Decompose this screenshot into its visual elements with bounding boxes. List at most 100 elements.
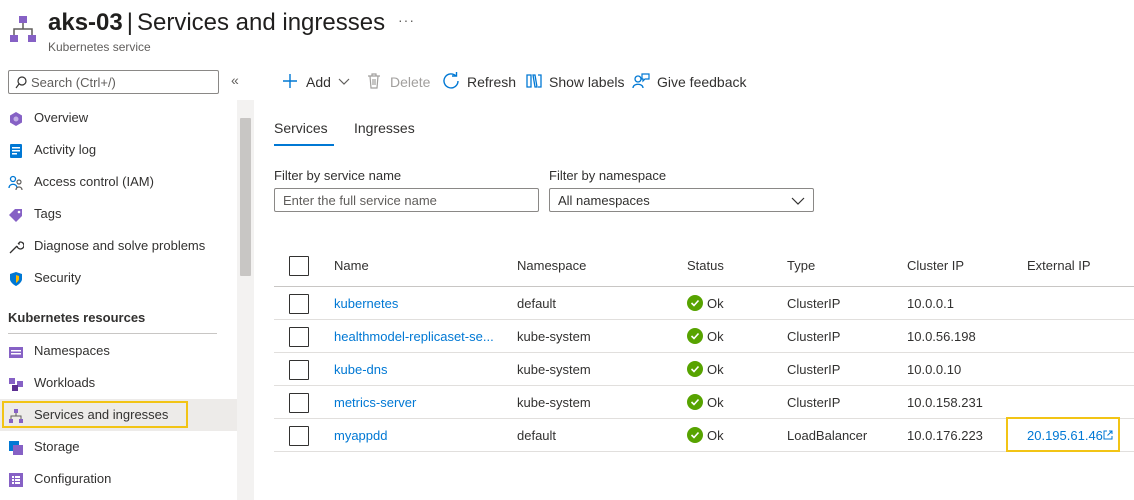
tag-icon: [9, 209, 22, 222]
namespace-filter-value: All namespaces: [558, 193, 650, 208]
row-checkbox[interactable]: [289, 294, 309, 314]
row-checkbox[interactable]: [289, 393, 309, 413]
service-name-link[interactable]: kube-dns: [334, 362, 387, 377]
more-actions-button[interactable]: ···: [398, 12, 415, 28]
labels-icon: [526, 74, 542, 88]
table-row[interactable]: kubernetes default Ok ClusterIP 10.0.0.1: [274, 287, 1134, 320]
sidebar-search[interactable]: [8, 70, 219, 94]
status-text: Ok: [707, 296, 724, 311]
status-text: Ok: [707, 362, 724, 377]
page-name: Services and ingresses: [136, 9, 386, 36]
sidebar-item-security[interactable]: Security: [0, 262, 237, 294]
sidebar-item-configuration[interactable]: Configuration: [0, 463, 237, 495]
select-all-checkbox[interactable]: [289, 256, 309, 276]
ok-check-icon: [687, 394, 703, 410]
sidebar-item-label: Tags: [34, 206, 62, 221]
column-header-namespace[interactable]: Namespace: [517, 258, 586, 273]
ok-check-icon: [687, 328, 703, 344]
kubernetes-services-icon: [10, 16, 36, 42]
plus-icon: [283, 74, 297, 88]
trash-icon: [368, 73, 380, 89]
column-header-status[interactable]: Status: [687, 258, 724, 273]
wrench-icon: [9, 241, 24, 254]
chevron-down-icon: [791, 197, 805, 205]
sidebar-item-label: Configuration: [34, 471, 112, 486]
type-cell: ClusterIP: [787, 362, 841, 377]
sidebar-item-workloads[interactable]: Workloads: [0, 367, 237, 399]
sidebar-item-namespaces[interactable]: Namespaces: [0, 335, 237, 367]
sidebar-item-label: Diagnose and solve problems: [34, 238, 206, 253]
cluster-ip-cell: 10.0.56.198: [907, 329, 976, 344]
collapse-sidebar-button[interactable]: «: [231, 72, 239, 88]
refresh-label: Refresh: [467, 74, 517, 90]
service-name-link[interactable]: metrics-server: [334, 395, 416, 410]
give-feedback-button[interactable]: Give feedback: [632, 72, 747, 92]
service-name-filter-label: Filter by service name: [274, 168, 402, 183]
ok-check-icon: [687, 427, 703, 443]
sidebar-item-label: Namespaces: [34, 343, 110, 358]
refresh-icon: [443, 72, 459, 89]
external-link-icon: [1103, 430, 1113, 440]
service-name-link[interactable]: myappdd: [334, 428, 387, 443]
sidebar-item-tags[interactable]: Tags: [0, 198, 237, 230]
column-header-cluster-ip[interactable]: Cluster IP: [907, 258, 964, 273]
chevron-down-icon: [338, 78, 350, 85]
sidebar-item-label: Security: [34, 270, 81, 285]
table-row[interactable]: metrics-server kube-system Ok ClusterIP …: [274, 386, 1134, 419]
sidebar-scrollbar-thumb[interactable]: [240, 118, 251, 276]
status-text: Ok: [707, 395, 724, 410]
workloads-icon: [9, 378, 23, 391]
delete-button[interactable]: Delete: [366, 72, 432, 92]
feedback-icon: [632, 73, 650, 89]
cluster-ip-cell: 10.0.0.1: [907, 296, 954, 311]
add-button[interactable]: Add: [281, 72, 351, 92]
row-checkbox[interactable]: [289, 426, 309, 446]
external-ip-link[interactable]: 20.195.61.46: [1027, 428, 1113, 443]
give-feedback-label: Give feedback: [657, 74, 747, 90]
tab-ingresses[interactable]: Ingresses: [354, 120, 415, 136]
external-ip-text: 20.195.61.46: [1027, 428, 1103, 443]
column-header-name[interactable]: Name: [334, 258, 369, 273]
namespace-filter-label: Filter by namespace: [549, 168, 667, 183]
sidebar-search-input[interactable]: [31, 73, 216, 91]
ok-check-icon: [687, 361, 703, 377]
sidebar-item-activity-log[interactable]: Activity log: [0, 134, 237, 166]
namespace-cell: default: [517, 296, 557, 311]
show-labels-label: Show labels: [549, 74, 625, 90]
row-checkbox[interactable]: [289, 327, 309, 347]
selected-item-highlight: [2, 401, 188, 428]
sidebar-item-label: Overview: [34, 110, 89, 125]
page-title: aks-03 | Services and ingresses: [48, 9, 385, 37]
service-name-link[interactable]: kubernetes: [334, 296, 398, 311]
table-row[interactable]: kube-dns kube-system Ok ClusterIP 10.0.0…: [274, 353, 1134, 386]
search-icon: [15, 76, 27, 89]
add-label: Add: [306, 74, 331, 90]
sidebar-item-iam[interactable]: Access control (IAM): [0, 166, 237, 198]
row-checkbox[interactable]: [289, 360, 309, 380]
cluster-ip-cell: 10.0.0.10: [907, 362, 962, 377]
namespaces-icon: [9, 347, 23, 358]
sidebar-item-overview[interactable]: Overview: [0, 102, 237, 134]
title-separator: |: [126, 9, 133, 36]
sidebar-item-label: Activity log: [34, 142, 97, 157]
table-row[interactable]: myappdd default Ok LoadBalancer 10.0.176…: [274, 419, 1134, 452]
show-labels-button[interactable]: Show labels: [525, 72, 625, 92]
table-row[interactable]: healthmodel-replicaset-se... kube-system…: [274, 320, 1134, 353]
cluster-ip-cell: 10.0.176.223: [907, 428, 983, 443]
tab-services[interactable]: Services: [274, 120, 328, 136]
service-name-filter-input[interactable]: [274, 188, 539, 212]
ok-check-icon: [687, 295, 703, 311]
column-header-external-ip[interactable]: External IP: [1027, 258, 1091, 273]
activity-log-icon: [10, 144, 22, 158]
sidebar-item-diagnose[interactable]: Diagnose and solve problems: [0, 230, 237, 262]
status-text: Ok: [707, 428, 724, 443]
refresh-button[interactable]: Refresh: [442, 72, 517, 92]
type-cell: ClusterIP: [787, 395, 841, 410]
type-cell: LoadBalancer: [787, 428, 868, 443]
sidebar-divider: [8, 333, 217, 334]
column-header-type[interactable]: Type: [787, 258, 815, 273]
type-cell: ClusterIP: [787, 329, 841, 344]
namespace-filter-dropdown[interactable]: All namespaces: [549, 188, 814, 212]
sidebar-item-storage[interactable]: Storage: [0, 431, 237, 463]
service-name-link[interactable]: healthmodel-replicaset-se...: [334, 329, 494, 344]
